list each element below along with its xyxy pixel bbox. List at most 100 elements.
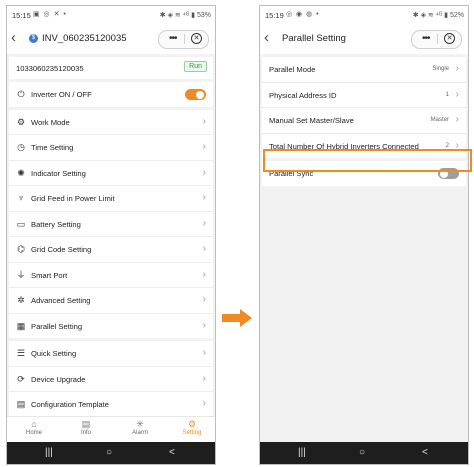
sliders-icon: ☰: [16, 348, 26, 358]
tab-home[interactable]: ⌂ Home: [14, 419, 54, 436]
menu-row[interactable]: ✲ Advanced Setting ›: [9, 288, 213, 314]
chevron-right-icon: ›: [202, 141, 206, 152]
menu-row[interactable]: ▦ Parallel Setting ›: [9, 314, 213, 339]
back-arrow-icon[interactable]: ‹: [264, 29, 278, 47]
advanced-gear-icon: ✲: [17, 295, 25, 305]
plug-icon: ⏚: [16, 269, 26, 280]
page-title: Parallel Setting: [282, 33, 346, 44]
menu-row-label: Work Mode: [31, 117, 70, 127]
status-right: ✱ ◈ ≋ ⁴ᴳ ▮ 52%: [413, 11, 464, 19]
alarm-icon: ✳: [136, 419, 144, 429]
status-right: ✱ ◈ ≋ ⁴ᴳ ▮ 53%: [160, 11, 211, 19]
menu-row-label: Physical Address ID: [269, 90, 337, 100]
device-serial: 1033060235120035: [16, 64, 84, 73]
tab-alarm[interactable]: ✳ Alarm: [120, 419, 160, 436]
menu-row-label: Device Upgrade: [31, 374, 86, 384]
back-button-icon[interactable]: <: [169, 446, 175, 460]
back-arrow-icon[interactable]: ‹: [11, 29, 25, 47]
menu-row-label: Manual Set Master/Slave: [269, 116, 354, 125]
system-status-icons: ✱ ◈ ≋ ⁴ᴳ ▮: [412, 12, 449, 19]
dollar-badge-icon: $: [29, 34, 38, 43]
page-title: INV_060235120035: [42, 33, 127, 44]
tab-setting-label: Setting: [182, 430, 202, 436]
miniapp-capsule: ••• ✕: [158, 30, 209, 49]
chevron-right-icon: ›: [455, 63, 459, 74]
chevron-right-icon: ›: [202, 347, 206, 358]
tools-menu-card: ☰ Quick Setting › ⟳ Device Upgrade › ▤ Configur…: [9, 341, 213, 417]
app-header: ‹ Parallel Setting ••• ✕: [260, 24, 468, 54]
inverter-onoff-row: ⏻ Inverter ON / OFF: [9, 82, 213, 107]
chevron-right-icon: ›: [202, 294, 206, 305]
chevron-right-icon: ›: [202, 166, 206, 178]
home-icon: ⌂: [31, 419, 37, 429]
chevron-right-icon: ›: [202, 372, 206, 384]
tab-home-label: Home: [25, 430, 42, 436]
clock-icon: ◷: [17, 142, 25, 152]
inverter-onoff-toggle[interactable]: [185, 89, 206, 100]
menu-row[interactable]: ⟳ Device Upgrade ›: [9, 367, 213, 392]
chevron-right-icon: ›: [202, 115, 206, 127]
status-bar: 15:15 ▣ ◎ ✕ • ✱ ◈ ≋ ⁴ᴳ ▮ 53%: [7, 6, 215, 24]
notification-icons: ◎ ◉ ◍ •: [286, 11, 320, 18]
battery-level: 53%: [196, 12, 211, 19]
menu-row-label: Battery Setting: [31, 219, 81, 229]
tab-setting[interactable]: ⚙ Setting: [172, 419, 212, 436]
menu-row[interactable]: ▭ Battery Setting ›: [9, 212, 213, 237]
menu-row[interactable]: ⌬ Grid Code Setting ›: [9, 237, 213, 263]
home-button-icon[interactable]: ○: [359, 446, 365, 460]
menu-row-label: Parallel Setting: [31, 321, 83, 331]
bottom-tab-bar: ⌂ Home ▤ Info ✳ Alarm ⚙ Setting: [7, 416, 215, 442]
next-step-arrow-icon: [222, 309, 252, 327]
app-header: ‹ $ INV_060235120035 ••• ✕: [7, 24, 215, 54]
sun-icon: ✺: [17, 167, 25, 178]
close-icon[interactable]: ✕: [444, 33, 455, 44]
more-options-icon[interactable]: •••: [169, 31, 177, 46]
menu-row-label: Parallel Mode: [269, 65, 316, 74]
menu-row[interactable]: ☰ Quick Setting ›: [9, 341, 213, 367]
recent-apps-icon[interactable]: |||: [298, 446, 306, 460]
menu-row[interactable]: ◷ Time Setting ›: [9, 135, 213, 161]
parallel-icon: ▦: [16, 320, 26, 331]
menu-row[interactable]: ▤ Configuration Template ›: [9, 392, 213, 417]
menu-row[interactable]: Physical Address ID 1 ›: [262, 83, 466, 108]
chevron-right-icon: ›: [202, 268, 206, 280]
menu-row-label: Indicator Setting: [31, 168, 86, 178]
menu-row-label: Smart Port: [31, 270, 68, 280]
notification-icons: ▣ ◎ ✕ •: [33, 11, 67, 18]
back-button-icon[interactable]: <: [422, 446, 428, 460]
home-button-icon[interactable]: ○: [106, 446, 112, 460]
menu-row[interactable]: Parallel Mode Single ›: [262, 57, 466, 83]
chevron-right-icon: ›: [455, 88, 459, 100]
chevron-right-icon: ›: [202, 192, 206, 203]
miniapp-capsule: ••• ✕: [411, 30, 462, 49]
chevron-right-icon: ›: [202, 243, 206, 254]
menu-row[interactable]: ♆ Grid Feed in Power Limit ›: [9, 186, 213, 212]
status-bar: 15:19 ◎ ◉ ◍ • ✱ ◈ ≋ ⁴ᴳ ▮ 52%: [260, 6, 468, 24]
status-time: 15:15: [12, 11, 31, 20]
close-icon[interactable]: ✕: [191, 33, 202, 44]
device-card: 1033060235120035 Run: [9, 57, 213, 79]
tab-info[interactable]: ▤ Info: [66, 419, 106, 436]
template-icon: ▤: [16, 399, 26, 409]
menu-row[interactable]: ⚙ Work Mode ›: [9, 110, 213, 135]
parallel-sync-highlight: [263, 149, 472, 172]
menu-row[interactable]: ✺ Indicator Setting ›: [9, 161, 213, 186]
battery-icon: ▭: [16, 218, 26, 229]
settings-content: 1033060235120035 Run ⏻ Inverter ON / OFF…: [7, 54, 215, 420]
power-icon: ⏻: [17, 89, 25, 99]
android-nav-bar: ||| ○ <: [7, 442, 215, 464]
more-options-icon[interactable]: •••: [422, 31, 430, 46]
menu-row[interactable]: Manual Set Master/Slave Master ›: [262, 108, 466, 134]
menu-row-value: Single: [432, 66, 449, 72]
menu-row-label: Grid Code Setting: [31, 245, 92, 254]
battery-level: 52%: [449, 12, 464, 19]
chevron-right-icon: ›: [202, 319, 206, 331]
tower-icon: ♆: [17, 193, 25, 203]
inverter-power-card: ⏻ Inverter ON / OFF: [9, 82, 213, 107]
recent-apps-icon[interactable]: |||: [45, 446, 53, 460]
menu-row[interactable]: ⏚ Smart Port ›: [9, 263, 213, 288]
info-icon: ▤: [81, 419, 91, 429]
phone-screen-parallel-setting: 15:19 ◎ ◉ ◍ • ✱ ◈ ≋ ⁴ᴳ ▮ 52% ‹ Parallel …: [259, 5, 469, 465]
menu-row-value: 1: [445, 91, 449, 98]
phone-screen-inverter-settings: 15:15 ▣ ◎ ✕ • ✱ ◈ ≋ ⁴ᴳ ▮ 53% ‹ $ INV_060…: [6, 5, 216, 465]
